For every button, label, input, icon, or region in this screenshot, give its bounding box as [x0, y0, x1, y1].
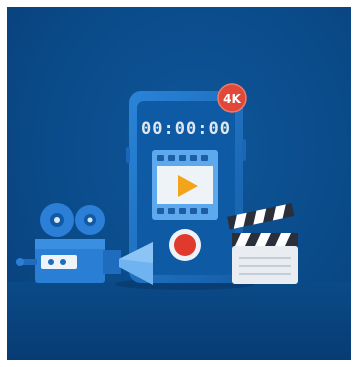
video-production-illustration: 00:00:00 4K: [7, 83, 351, 360]
film-strip-icon: [152, 150, 218, 220]
timer-display: 00:00:00: [141, 119, 231, 139]
resolution-badge: 4K: [217, 83, 247, 113]
floor: [7, 282, 351, 360]
record-button-icon: [169, 229, 201, 261]
badge-label: 4K: [223, 92, 241, 106]
clapperboard-icon: [227, 203, 298, 284]
illustration-frame: 00:00:00 4K: [7, 7, 351, 360]
